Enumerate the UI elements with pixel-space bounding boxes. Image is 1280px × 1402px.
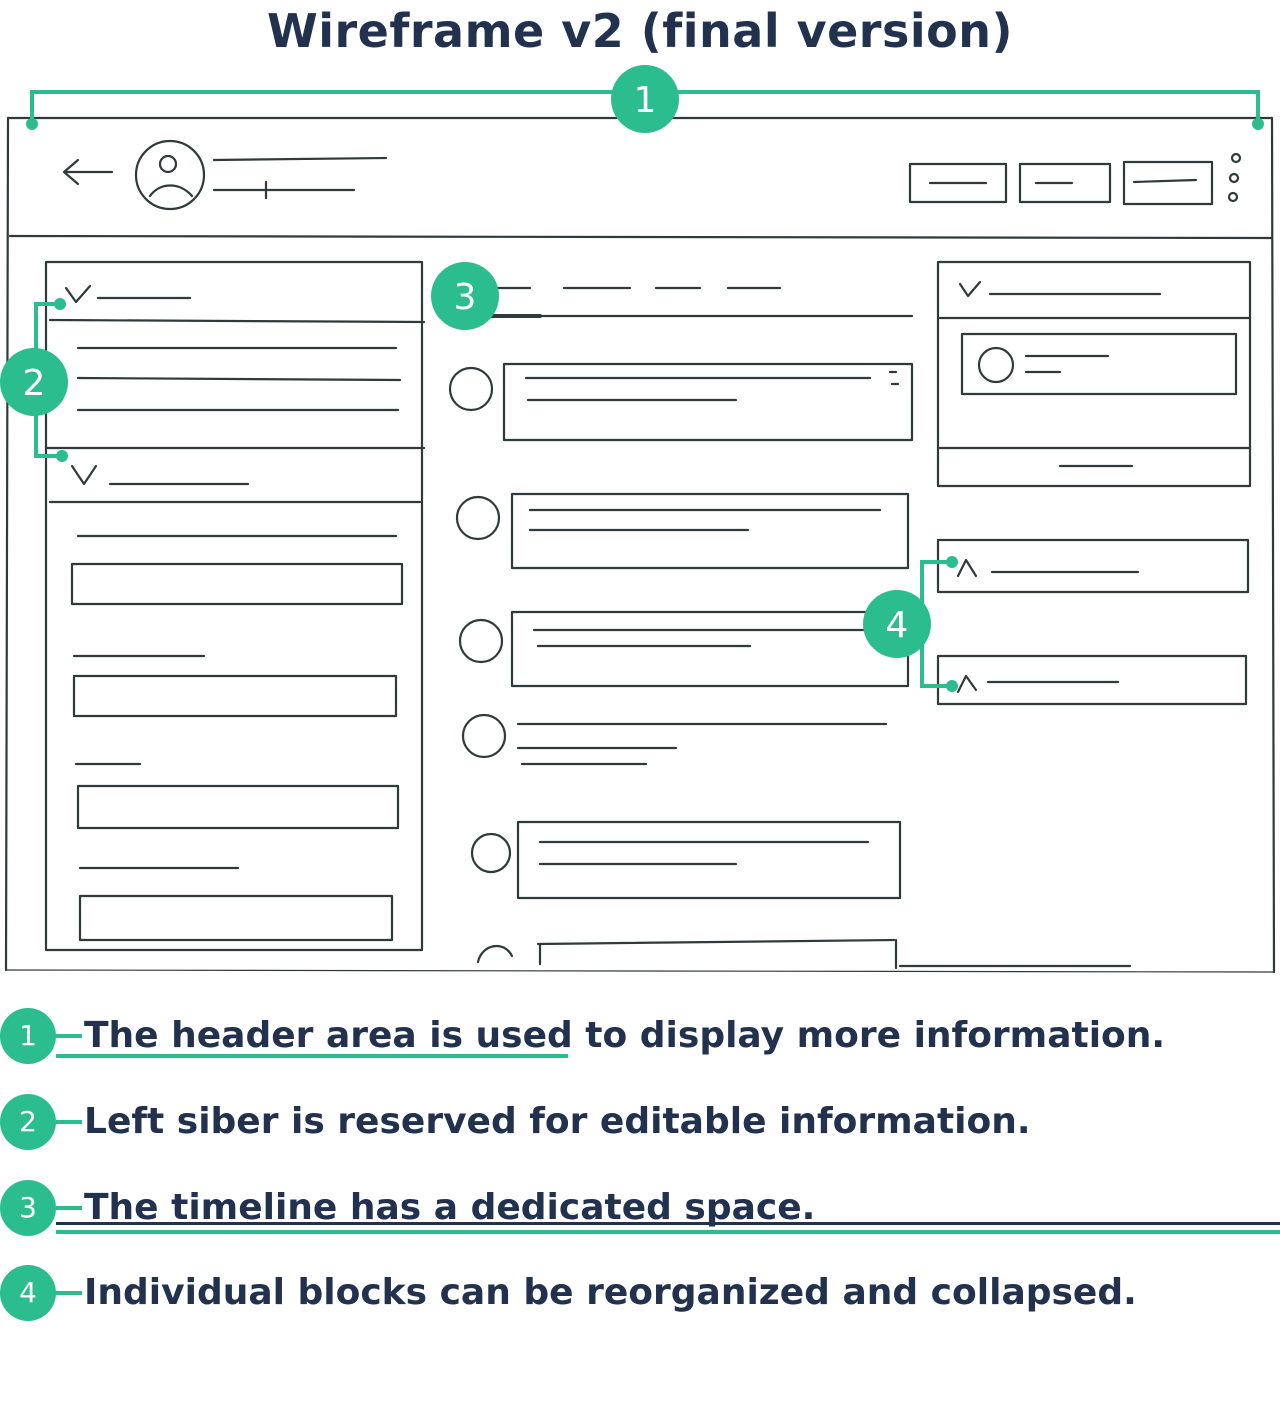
left-sidebar-sketch — [44, 260, 426, 952]
legend-text: The timeline has a dedicated space. — [84, 1187, 816, 1228]
legend-number-badge: 1 — [0, 1008, 56, 1064]
legend-connector — [56, 1120, 82, 1124]
back-arrow-icon — [62, 158, 114, 186]
marker-3-label: 3 — [454, 277, 477, 318]
avatar — [134, 139, 206, 211]
legend-text: Left siber is reserved for editable info… — [84, 1101, 1031, 1142]
legend-item-4: 4 Individual blocks can be reorganized a… — [0, 1257, 1280, 1329]
marker-1-label: 1 — [634, 80, 657, 121]
window-frame — [4, 116, 1276, 974]
legend-underline — [56, 1230, 1280, 1234]
more-icon — [1230, 152, 1242, 164]
marker-2-label: 2 — [23, 363, 46, 404]
legend-item-1: 1 The header area is used to display mor… — [0, 1000, 1280, 1072]
annotation-markers — [30, 90, 1260, 688]
legend-connector — [56, 1206, 82, 1210]
legend-number-badge: 4 — [0, 1265, 56, 1321]
header-button — [1122, 160, 1214, 206]
right-column-sketch — [894, 260, 1252, 970]
legend-item-3: 3 The timeline has a dedicated space. — [0, 1172, 1280, 1244]
wireframe-sketch: 1 2 3 4 — [0, 65, 1276, 974]
legend-text: Individual blocks can be reorganized and… — [84, 1272, 1137, 1313]
legend-number-badge: 2 — [0, 1094, 56, 1150]
legend-item-2: 2 Left siber is reserved for editable in… — [0, 1086, 1280, 1158]
legend-connector — [56, 1034, 82, 1038]
timeline-sketch — [448, 286, 914, 966]
header-sketch — [62, 139, 1242, 211]
marker-4-label: 4 — [886, 605, 909, 646]
legend-underline — [56, 1054, 568, 1058]
legend-connector — [56, 1291, 82, 1295]
legend-number-badge: 3 — [0, 1180, 56, 1236]
legend-rule — [56, 1222, 1280, 1225]
